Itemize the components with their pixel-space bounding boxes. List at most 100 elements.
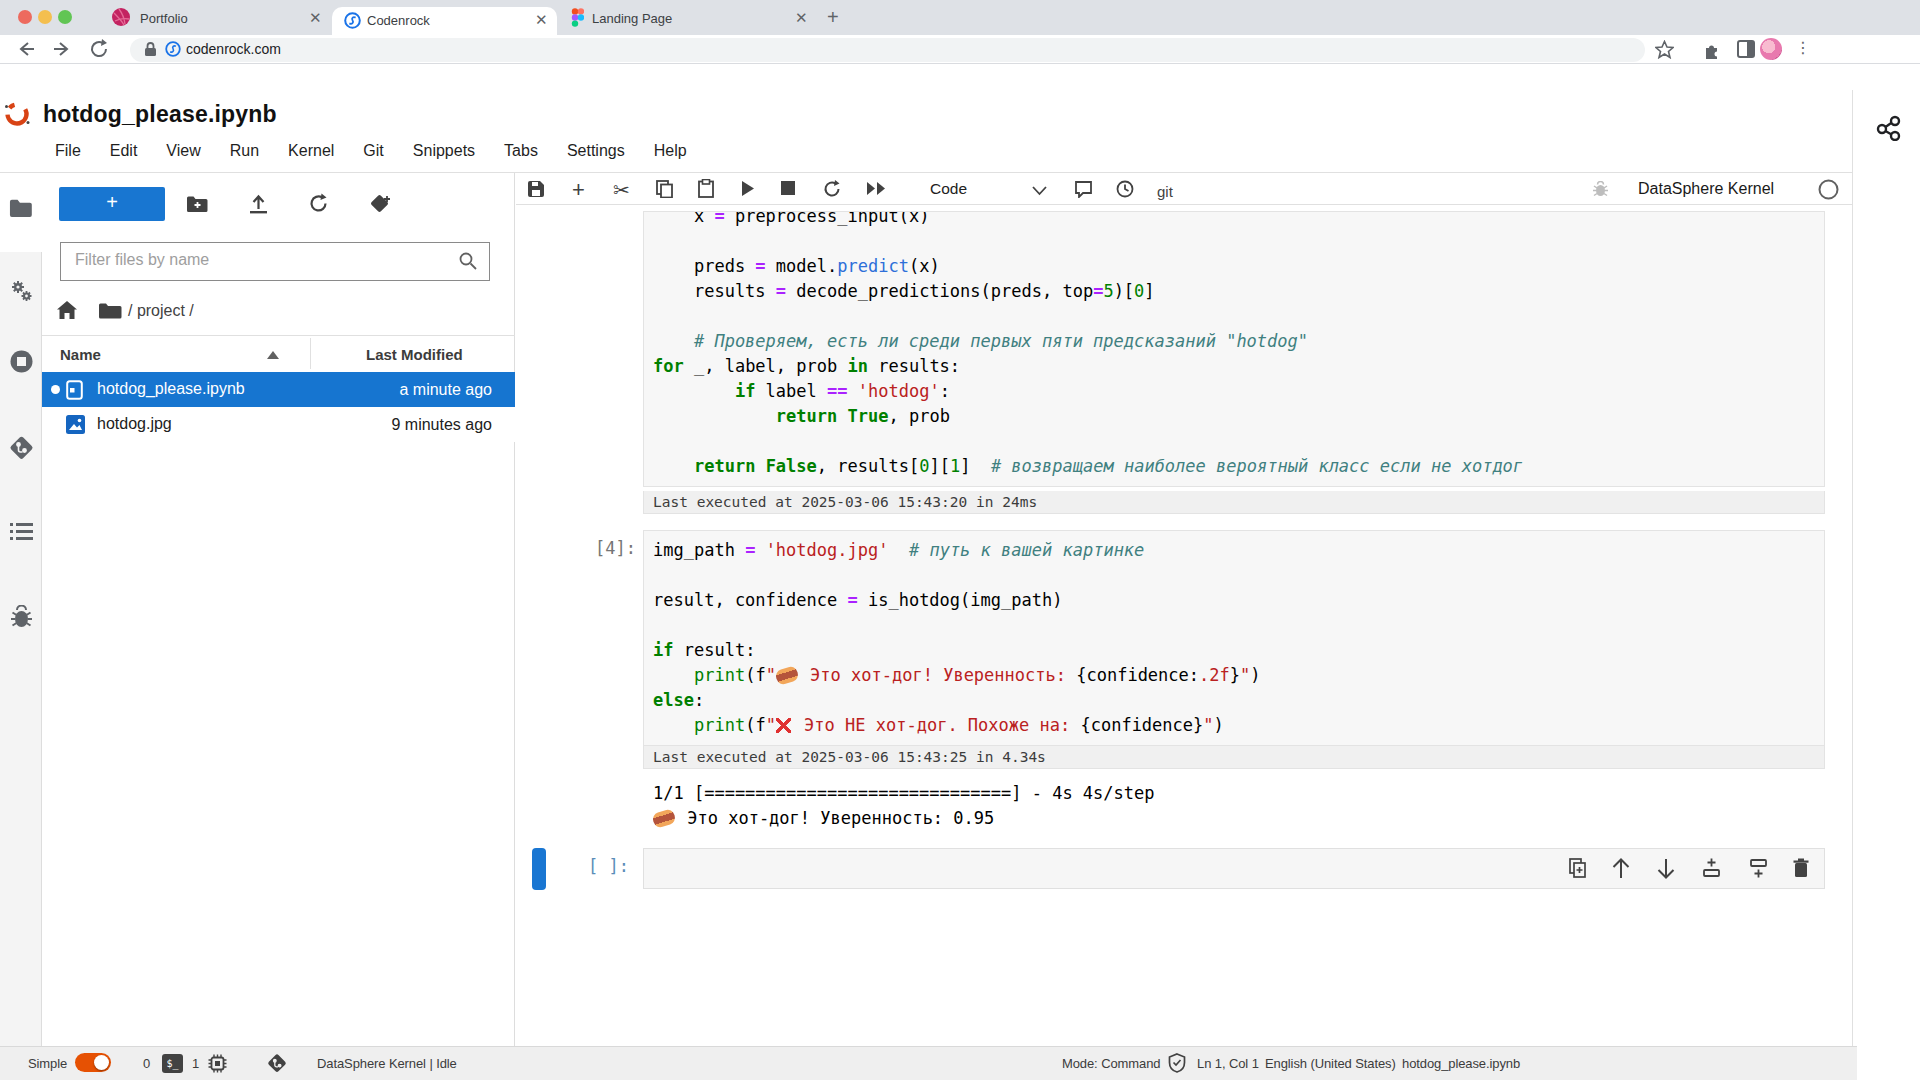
statusbar-filename[interactable]: hotdog_please.ipynb	[1402, 1056, 1520, 1071]
notebook-content: x = preprocess_input(x) preds = model.pr…	[516, 205, 1852, 1046]
settings-gears-icon[interactable]	[9, 279, 34, 304]
window-minimize-button[interactable]	[38, 10, 52, 24]
menu-item-settings[interactable]: Settings	[567, 142, 625, 160]
move-cell-down-icon[interactable]	[1656, 858, 1676, 879]
selected-cell-indicator[interactable]	[532, 848, 546, 890]
cell-3-prompt: [ ]:	[588, 856, 629, 876]
column-header-modified[interactable]: Last Modified	[366, 346, 463, 363]
git-toolbar-label[interactable]: git	[1157, 183, 1173, 200]
forward-icon[interactable]	[52, 39, 72, 59]
cell-2-execution-info: Last executed at 2025-03-06 15:43:25 in …	[643, 746, 1825, 769]
add-cell-icon[interactable]: +	[572, 177, 585, 203]
file-name: hotdog.jpg	[97, 415, 172, 433]
cut-icon[interactable]: ✂	[613, 178, 630, 202]
tab-codenrock-close-icon[interactable]: ✕	[535, 11, 548, 29]
cell-2-prompt: [4]:	[595, 538, 636, 558]
side-panel-icon[interactable]	[1737, 40, 1755, 58]
running-sessions-icon[interactable]	[9, 349, 34, 374]
browser-menu-icon[interactable]: ⋮	[1795, 38, 1811, 57]
insert-cell-below-icon[interactable]	[1748, 858, 1769, 879]
menu-item-tabs[interactable]: Tabs	[504, 142, 538, 160]
tab-portfolio-close-icon[interactable]: ✕	[309, 9, 322, 27]
breadcrumb-folder-icon[interactable]	[98, 302, 122, 320]
terminal-icon[interactable]: $_	[162, 1054, 183, 1073]
bookmark-star-icon[interactable]	[1655, 40, 1674, 59]
simple-mode-toggle-knob	[94, 1055, 109, 1070]
copy-icon[interactable]	[656, 180, 673, 198]
column-header-name[interactable]: Name	[60, 346, 101, 363]
tab-landing-page-close-icon[interactable]: ✕	[795, 9, 808, 27]
terminals-count: 0	[143, 1056, 150, 1071]
file-modified: 9 minutes ago	[391, 416, 492, 434]
menu-item-edit[interactable]: Edit	[110, 142, 138, 160]
duplicate-cell-icon[interactable]	[1569, 858, 1587, 878]
comment-icon[interactable]	[1074, 180, 1093, 198]
browser-tab-bar: Portfolio ✕ Codenrock ✕ Landing Page ✕ +	[0, 0, 1920, 35]
url-input[interactable]	[130, 38, 1645, 62]
table-of-contents-icon[interactable]	[9, 520, 34, 545]
cell-type-chevron-icon[interactable]	[1032, 186, 1047, 196]
window-close-button[interactable]	[18, 10, 32, 24]
notebook-title: hotdog_please.ipynb	[43, 101, 277, 128]
language-label[interactable]: English (United States)	[1265, 1056, 1396, 1071]
menu-item-run[interactable]: Run	[230, 142, 259, 160]
reload-icon[interactable]	[90, 39, 110, 59]
menu-item-snippets[interactable]: Snippets	[413, 142, 475, 160]
image-file-icon	[66, 415, 85, 434]
paste-icon[interactable]	[698, 179, 714, 198]
cursor-position-label[interactable]: Ln 1, Col 1	[1197, 1056, 1259, 1071]
trust-shield-icon[interactable]	[1168, 1053, 1186, 1073]
restart-kernel-icon[interactable]	[823, 180, 841, 198]
browser-avatar[interactable]	[1760, 38, 1782, 60]
cell-type-select[interactable]: Code	[930, 180, 967, 198]
delete-cell-icon[interactable]	[1793, 858, 1809, 878]
kernel-status-icon[interactable]	[1818, 179, 1839, 200]
save-icon[interactable]	[527, 180, 545, 198]
debugger-icon[interactable]	[9, 605, 34, 630]
extensions-icon[interactable]	[1703, 40, 1722, 59]
home-icon[interactable]	[56, 300, 78, 320]
code-cell-3-editor[interactable]	[643, 848, 1825, 889]
kernel-name[interactable]: DataSphere Kernel	[1638, 180, 1774, 198]
stop-icon[interactable]	[781, 181, 795, 195]
back-icon[interactable]	[16, 39, 36, 59]
new-folder-icon[interactable]	[186, 194, 209, 214]
new-view-icon[interactable]	[371, 193, 394, 215]
git-status-icon[interactable]	[267, 1053, 287, 1073]
cell-2-output: 1/1 [==============================] - 4…	[643, 768, 1825, 831]
menu-item-help[interactable]: Help	[654, 142, 687, 160]
upload-icon[interactable]	[248, 193, 269, 214]
menu-item-git[interactable]: Git	[363, 142, 383, 160]
share-icon[interactable]	[1876, 115, 1902, 141]
breadcrumb[interactable]: / project /	[128, 302, 194, 320]
kernel-sessions-icon[interactable]	[208, 1054, 227, 1073]
column-divider	[310, 338, 311, 369]
move-cell-up-icon[interactable]	[1611, 858, 1631, 879]
simple-mode-label: Simple	[28, 1056, 67, 1071]
history-icon[interactable]	[1116, 180, 1134, 198]
new-tab-button[interactable]: +	[827, 6, 839, 29]
insert-cell-above-icon[interactable]	[1701, 858, 1722, 879]
tab-codenrock-label: Codenrock	[367, 13, 430, 28]
tab-codenrock[interactable]: Codenrock ✕	[332, 7, 557, 35]
files-icon[interactable]	[9, 197, 34, 222]
run-all-icon[interactable]	[866, 181, 887, 196]
code-cell-1-editor[interactable]: x = preprocess_input(x) preds = model.pr…	[643, 211, 1825, 487]
menu-item-view[interactable]: View	[166, 142, 200, 160]
code-cell-2-editor[interactable]: img_path = 'hotdog.jpg' # путь к вашей к…	[643, 530, 1825, 746]
modified-dot	[51, 385, 60, 394]
mode-label[interactable]: Mode: Command	[1062, 1056, 1160, 1071]
landing-page-favicon	[571, 8, 584, 27]
run-icon[interactable]	[741, 180, 755, 197]
kernel-status-label[interactable]: DataSphere Kernel | Idle	[317, 1056, 457, 1071]
sort-ascending-icon	[266, 350, 280, 360]
menu-item-file[interactable]: File	[55, 142, 81, 160]
kernel-bug-icon[interactable]	[1592, 181, 1609, 198]
git-icon[interactable]	[9, 435, 34, 460]
refresh-files-icon[interactable]	[308, 193, 329, 214]
new-launcher-button[interactable]: +	[59, 187, 165, 221]
window-zoom-button[interactable]	[58, 10, 72, 24]
file-row-image[interactable]: hotdog.jpg 9 minutes ago	[42, 407, 515, 442]
menu-item-kernel[interactable]: Kernel	[288, 142, 334, 160]
file-row-notebook[interactable]: hotdog_please.ipynb a minute ago	[42, 372, 515, 407]
